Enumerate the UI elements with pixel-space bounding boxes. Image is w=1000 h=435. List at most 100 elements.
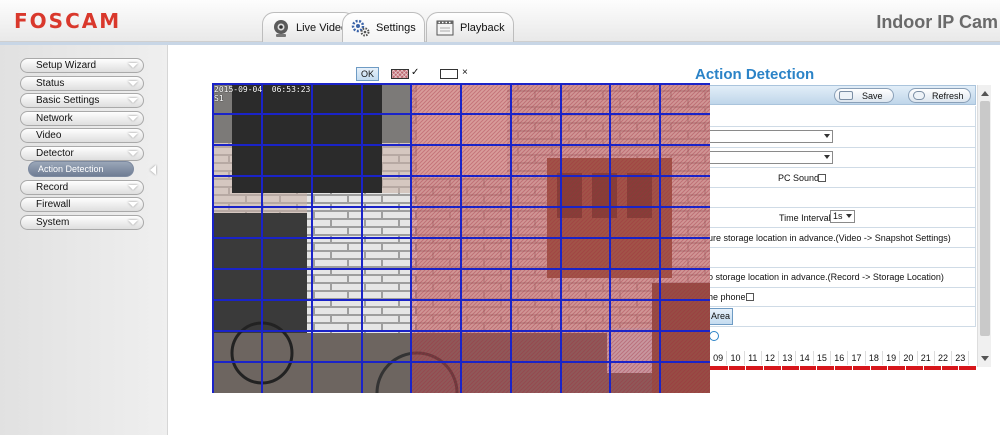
schedule-hour-divider	[816, 366, 818, 370]
form-row: o storage location in advance.(Record ->…	[708, 268, 976, 288]
save-button[interactable]: Save	[834, 88, 894, 103]
form-scrollbar[interactable]	[977, 85, 991, 367]
tab-label: Playback	[460, 21, 505, 34]
sidebar-item-system[interactable]: System	[20, 215, 144, 230]
hour-label: 10	[727, 351, 745, 365]
chevron-down-icon	[128, 133, 138, 138]
sidebar-item-label: System	[36, 217, 70, 228]
schedule-hour-divider	[798, 366, 800, 370]
schedule-hours-header: 09 10 11 12 13 14 15 16 17 18 19 20 21 2…	[710, 351, 970, 365]
save-label: Save	[862, 90, 883, 101]
form-row	[708, 127, 976, 148]
sidebar-item-label: Status	[36, 78, 65, 89]
sidebar-item-video[interactable]: Video	[20, 128, 144, 143]
schedule-hour-divider	[745, 366, 747, 370]
cross-mark-icon: ×	[462, 67, 468, 78]
schedule-hour-divider	[780, 366, 782, 370]
hour-label: 22	[935, 351, 953, 365]
sidebar-item-firewall[interactable]: Firewall	[20, 197, 144, 212]
time-interval-select[interactable]: 1s	[830, 210, 855, 223]
hour-label: 15	[814, 351, 832, 365]
schedule-hour-divider	[922, 366, 924, 370]
sidebar-item-label: Firewall	[36, 199, 71, 210]
foscam-logo: FOSCAM	[14, 9, 122, 33]
sidebar-item-label: Network	[36, 113, 73, 124]
save-icon	[839, 91, 853, 100]
dropdown-arrow-icon	[824, 134, 830, 138]
detection-area-button[interactable]: Area	[708, 308, 733, 325]
camera-model-title: Indoor IP Cam	[876, 12, 998, 32]
page-title: Action Detection	[695, 66, 815, 83]
tab-settings[interactable]: Settings	[342, 12, 425, 42]
tab-playback[interactable]: Playback	[426, 12, 514, 42]
form-row	[708, 106, 976, 127]
camera-timestamp: 2015-09-04 06:53:23 S1	[214, 85, 311, 103]
sidebar-subitem-action-detection[interactable]: Action Detection	[28, 161, 134, 177]
dropdown-arrow-icon	[846, 214, 852, 218]
sidebar-item-label: Video	[36, 130, 62, 141]
film-icon	[435, 18, 455, 38]
chevron-down-icon	[128, 81, 138, 86]
top-header: FOSCAM Live Video Settings Playback Indo…	[0, 0, 1000, 42]
schedule-select-all-icon[interactable]	[709, 331, 719, 341]
hour-label: 12	[762, 351, 780, 365]
sidebar-item-label: Record	[36, 182, 69, 193]
phone-label: he phone	[708, 292, 746, 302]
sidebar-item-status[interactable]: Status	[20, 76, 144, 91]
camera-preview[interactable]	[212, 83, 710, 393]
hour-label: 18	[866, 351, 883, 365]
sidebar-item-network[interactable]: Network	[20, 111, 144, 126]
sidebar-item-label: Basic Settings	[36, 95, 100, 106]
schedule-hour-divider	[940, 366, 942, 370]
time-interval-value: 1s	[833, 211, 843, 221]
refresh-label: Refresh	[932, 90, 964, 101]
form-row: he phone	[708, 288, 976, 307]
form-row: PC Sound	[708, 168, 976, 188]
chevron-down-icon	[128, 185, 138, 190]
phone-checkbox[interactable]	[746, 293, 754, 301]
sensitivity-select[interactable]	[708, 130, 833, 143]
scroll-thumb[interactable]	[980, 101, 990, 336]
form-row: Area	[708, 307, 976, 327]
pc-sound-checkbox[interactable]	[818, 174, 826, 182]
pc-sound-label: PC Sound	[778, 173, 820, 183]
form-row	[708, 248, 976, 268]
chevron-down-icon	[128, 151, 138, 156]
chevron-down-icon	[128, 220, 138, 225]
snapshot-storage-note: ure storage location in advance.(Video -…	[708, 233, 951, 243]
scroll-up-icon[interactable]	[981, 91, 989, 96]
schedule-bar[interactable]	[710, 366, 976, 370]
hour-label: 17	[848, 351, 866, 365]
hour-label: 11	[745, 351, 762, 365]
hour-label: 21	[918, 351, 935, 365]
schedule-hour-divider	[727, 366, 729, 370]
trigger-interval-select[interactable]	[708, 151, 833, 164]
scroll-down-icon[interactable]	[981, 356, 989, 361]
check-mark-icon: ✓	[411, 67, 420, 78]
schedule-hour-divider	[834, 366, 836, 370]
refresh-button[interactable]: Refresh	[908, 88, 971, 103]
tab-label: Settings	[376, 21, 416, 34]
clear-area-swatch[interactable]	[440, 69, 458, 79]
form-row: Time Interval 1s	[708, 208, 976, 228]
record-storage-note: o storage location in advance.(Record ->…	[708, 272, 944, 282]
schedule-hour-divider	[869, 366, 871, 370]
chevron-down-icon	[128, 202, 138, 207]
ok-button[interactable]: OK	[356, 67, 379, 81]
hour-label: 09	[710, 351, 728, 365]
sidebar-item-setup-wizard[interactable]: Setup Wizard	[20, 58, 144, 73]
sidebar-item-detector[interactable]: Detector	[20, 146, 144, 161]
active-pointer-icon	[150, 165, 156, 175]
sidebar-item-basic-settings[interactable]: Basic Settings	[20, 93, 144, 108]
hour-label: 19	[883, 351, 901, 365]
camera-image	[212, 83, 710, 393]
sidebar-item-record[interactable]: Record	[20, 180, 144, 195]
chevron-down-icon	[128, 98, 138, 103]
schedule-hour-divider	[887, 366, 889, 370]
select-area-swatch[interactable]	[391, 69, 409, 79]
chevron-down-icon	[128, 116, 138, 121]
hour-label: 23	[952, 351, 970, 365]
form-row	[708, 148, 976, 168]
hour-label: 16	[831, 351, 849, 365]
schedule-hour-divider	[958, 366, 960, 370]
